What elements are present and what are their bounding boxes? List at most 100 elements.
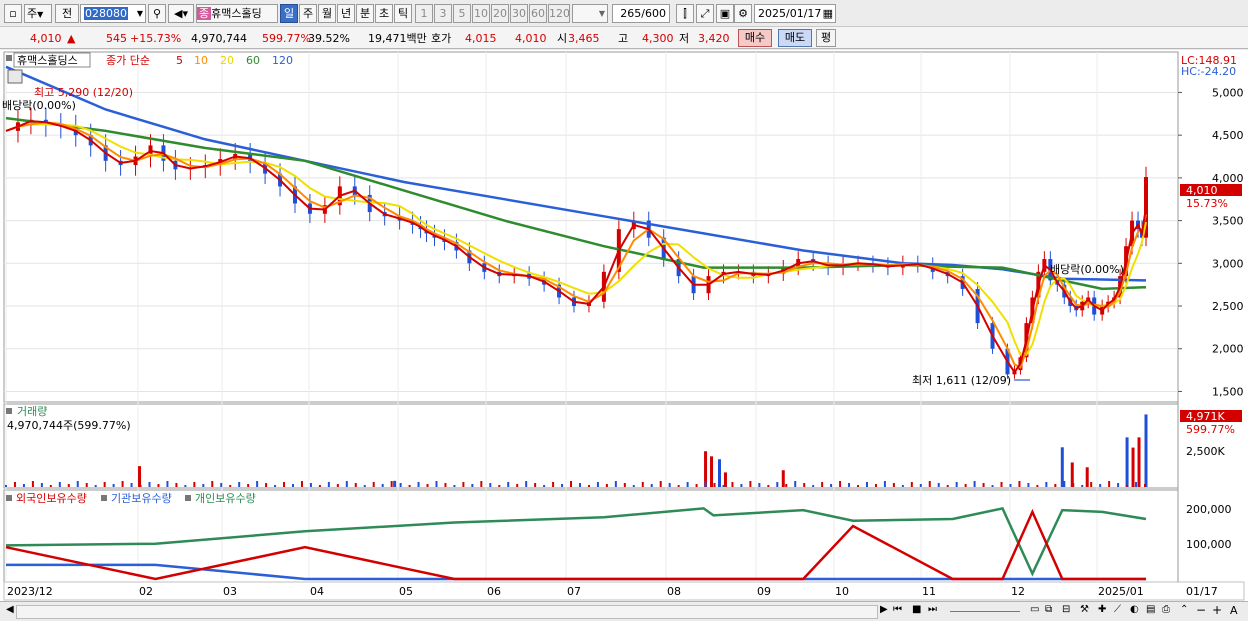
current-price-tag: 4,010 [1186,184,1218,197]
panel-menu-icon[interactable] [6,408,12,414]
zoom-in-icon[interactable]: + [1212,603,1222,617]
volume-bar [946,485,949,487]
volume-bar [309,483,312,487]
panel-menu-icon[interactable] [6,55,12,61]
volume-bar [534,483,537,487]
volume-bar [184,485,187,487]
sell-button[interactable]: 매도 [778,29,812,47]
volume-panel[interactable] [3,403,1179,489]
trade-amount: 19,471백만 [368,32,427,45]
volume-bar [578,483,581,487]
volume-bar [1144,484,1147,487]
interval-tab-1[interactable]: 3 [434,4,452,23]
volume-bar [399,483,402,487]
buy-button[interactable]: 매수 [738,29,772,47]
interval-tab-5[interactable]: 30 [510,4,528,23]
crosshair-icon[interactable]: ✚ [1098,604,1106,615]
palette-icon[interactable]: ◐ [1130,604,1139,615]
period-tab-0[interactable]: 일 [280,4,298,23]
period-tab-4[interactable]: 분 [356,4,374,23]
stock-chart[interactable]: 5,000 4,500 4,000 3,500 3,000 2,500 2,000 1,500… [0,50,1248,602]
volume-bar [345,481,348,487]
volume-bar [812,485,815,487]
chart-area[interactable]: 5,000 4,500 4,000 3,500 3,000 2,500 2,000 1,500… [0,50,1248,602]
tools-icon[interactable]: ⚒ [1080,604,1089,615]
scroll-track[interactable] [16,605,878,619]
count-input[interactable]: 265/600 [612,4,670,23]
volume-bar [1054,484,1057,487]
zoom-out-icon[interactable]: − [1196,603,1206,617]
volume-bar [570,481,573,487]
copy-icon[interactable]: ⧉ [1045,604,1052,615]
date-input[interactable]: 2025/01/17 ▦ [754,4,836,23]
interval-dropdown[interactable]: ▼ [572,4,608,23]
calendar-toggle-icon[interactable] [7,69,23,84]
volume-bar [781,470,785,487]
window-icon[interactable]: ▭ [1030,604,1039,615]
candle-icon[interactable]: ⫿ [676,4,694,23]
print-icon[interactable]: ⎙ [1162,604,1170,615]
scroll-left-icon[interactable]: ◀ [6,604,14,615]
volume-bar [112,484,115,487]
save-icon[interactable]: ▣ [716,4,734,23]
interval-tab-4[interactable]: 20 [491,4,509,23]
speaker-icon[interactable]: ◀▾ [168,4,194,23]
gear-icon[interactable]: ⚙ [734,4,752,23]
volume-bar [892,483,895,487]
volume-bar [211,481,214,487]
line-icon[interactable]: ⟋ [1114,604,1121,615]
interval-tab-6[interactable]: 60 [529,4,547,23]
volume-bar [901,485,904,487]
legend-marker [101,495,107,501]
volume-bar [561,484,564,487]
eval-button[interactable]: 평 [816,29,836,47]
period-tab-6[interactable]: 틱 [394,4,412,23]
period-tab-1[interactable]: 주 [299,4,317,23]
table-icon[interactable]: ▤ [1146,604,1155,615]
price-y-tick-label: 1,500 [1212,385,1244,398]
stop-icon[interactable]: ■ [912,604,921,615]
bottom-scrollbar[interactable]: ◀ ▶ ⏮ ■ ⏭ ▭ ⧉ ⊟ ⚒ ✚ ⟋ ◐ ▤ ⎙ ⌃ − + A [0,601,1248,621]
volume-bar [928,481,931,487]
low-value: 3,420 [698,32,730,45]
volume-bar [668,483,671,487]
volume-bar [13,482,16,487]
period-tab-3[interactable]: 년 [337,4,355,23]
prev-dropdown[interactable]: 전 [55,4,79,23]
ma-legend-60: 60 [246,54,260,67]
period-tab-5[interactable]: 초 [375,4,393,23]
chart-type-dropdown[interactable]: 주▼ [24,4,52,23]
volume-bar [785,484,788,487]
x-axis-label: 2023/12 [7,585,53,598]
period-tab-2[interactable]: 월 [318,4,336,23]
interval-tab-0[interactable]: 1 [415,4,433,23]
price-panel[interactable] [3,51,1179,403]
interval-tab-7[interactable]: 120 [548,4,570,23]
volume-bar [1045,482,1048,487]
zoom-slider[interactable] [950,611,1020,612]
chart-window-icon[interactable]: ▫ [4,4,22,23]
draw-tool-icon[interactable]: ⤢ [696,4,714,23]
price-y-tick-label: 3,000 [1212,257,1244,270]
interval-tab-3[interactable]: 10 [472,4,490,23]
stock-name-field[interactable]: 종 휴맥스홀딩 [196,4,278,23]
volume-bar [76,481,79,487]
first-page-icon[interactable]: ⏮ [893,604,902,615]
volume-bar [390,481,393,487]
split-icon[interactable]: ⊟ [1062,604,1070,615]
annotation-low: 최저 1,611 (12/09) [912,374,1011,387]
scroll-up-icon[interactable]: ⌃ [1180,604,1188,615]
font-size-icon[interactable]: A [1230,604,1238,617]
volume-bar [94,485,97,487]
search-icon[interactable]: ⚲ [148,4,166,23]
scroll-right-icon[interactable]: ▶ [880,604,888,615]
volume-bar [1135,482,1138,487]
stock-name: 휴맥스홀딩 [211,7,262,20]
stock-code-input[interactable]: 028080 ▼ [80,4,146,23]
volume-bar [166,481,169,487]
volume-bar [1126,485,1129,487]
interval-tab-2[interactable]: 5 [453,4,471,23]
ma-legend-120: 120 [272,54,293,67]
stock-badge: 종 [197,7,212,20]
last-page-icon[interactable]: ⏭ [928,604,937,615]
